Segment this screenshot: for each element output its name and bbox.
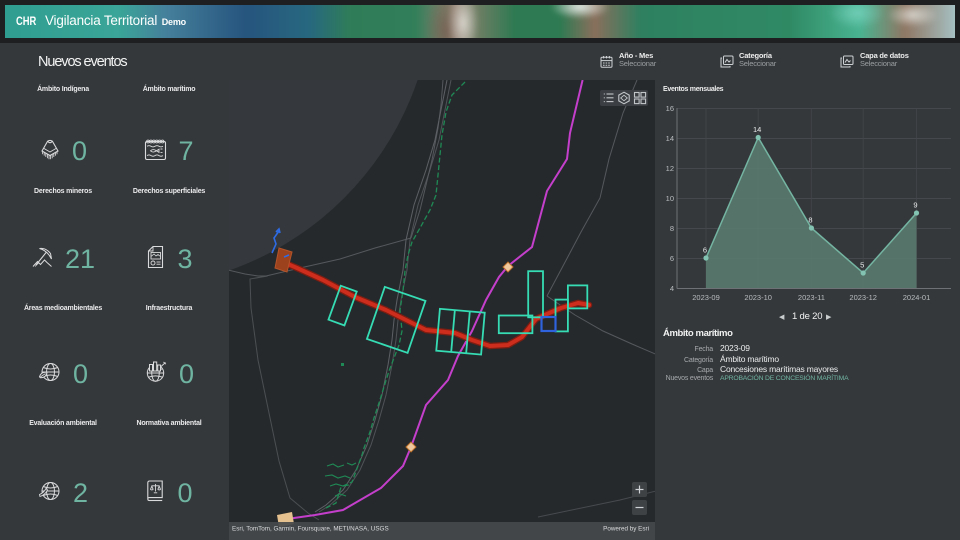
svg-text:16: 16 [666,104,674,113]
svg-text:12: 12 [666,164,674,173]
svg-text:Powered by Esri: Powered by Esri [603,526,649,533]
svg-text:8: 8 [670,224,674,233]
svg-text:2023-11: 2023-11 [798,293,825,302]
svg-text:Esri, TomTom, Garmin, Foursqua: Esri, TomTom, Garmin, Foursquare, METI/N… [232,526,389,533]
svg-text:10: 10 [666,194,674,203]
svg-text:2024-01: 2024-01 [903,293,931,302]
svg-text:2023-10: 2023-10 [744,293,772,302]
svg-text:14: 14 [753,125,761,134]
svg-text:8: 8 [808,216,812,225]
svg-text:9: 9 [913,201,917,210]
svg-text:2023-09: 2023-09 [692,293,720,302]
svg-text:6: 6 [670,254,674,263]
svg-text:4: 4 [670,284,674,293]
svg-text:5: 5 [860,261,864,270]
svg-text:2023-12: 2023-12 [849,293,877,302]
svg-text:6: 6 [703,246,707,255]
svg-text:14: 14 [666,134,674,143]
